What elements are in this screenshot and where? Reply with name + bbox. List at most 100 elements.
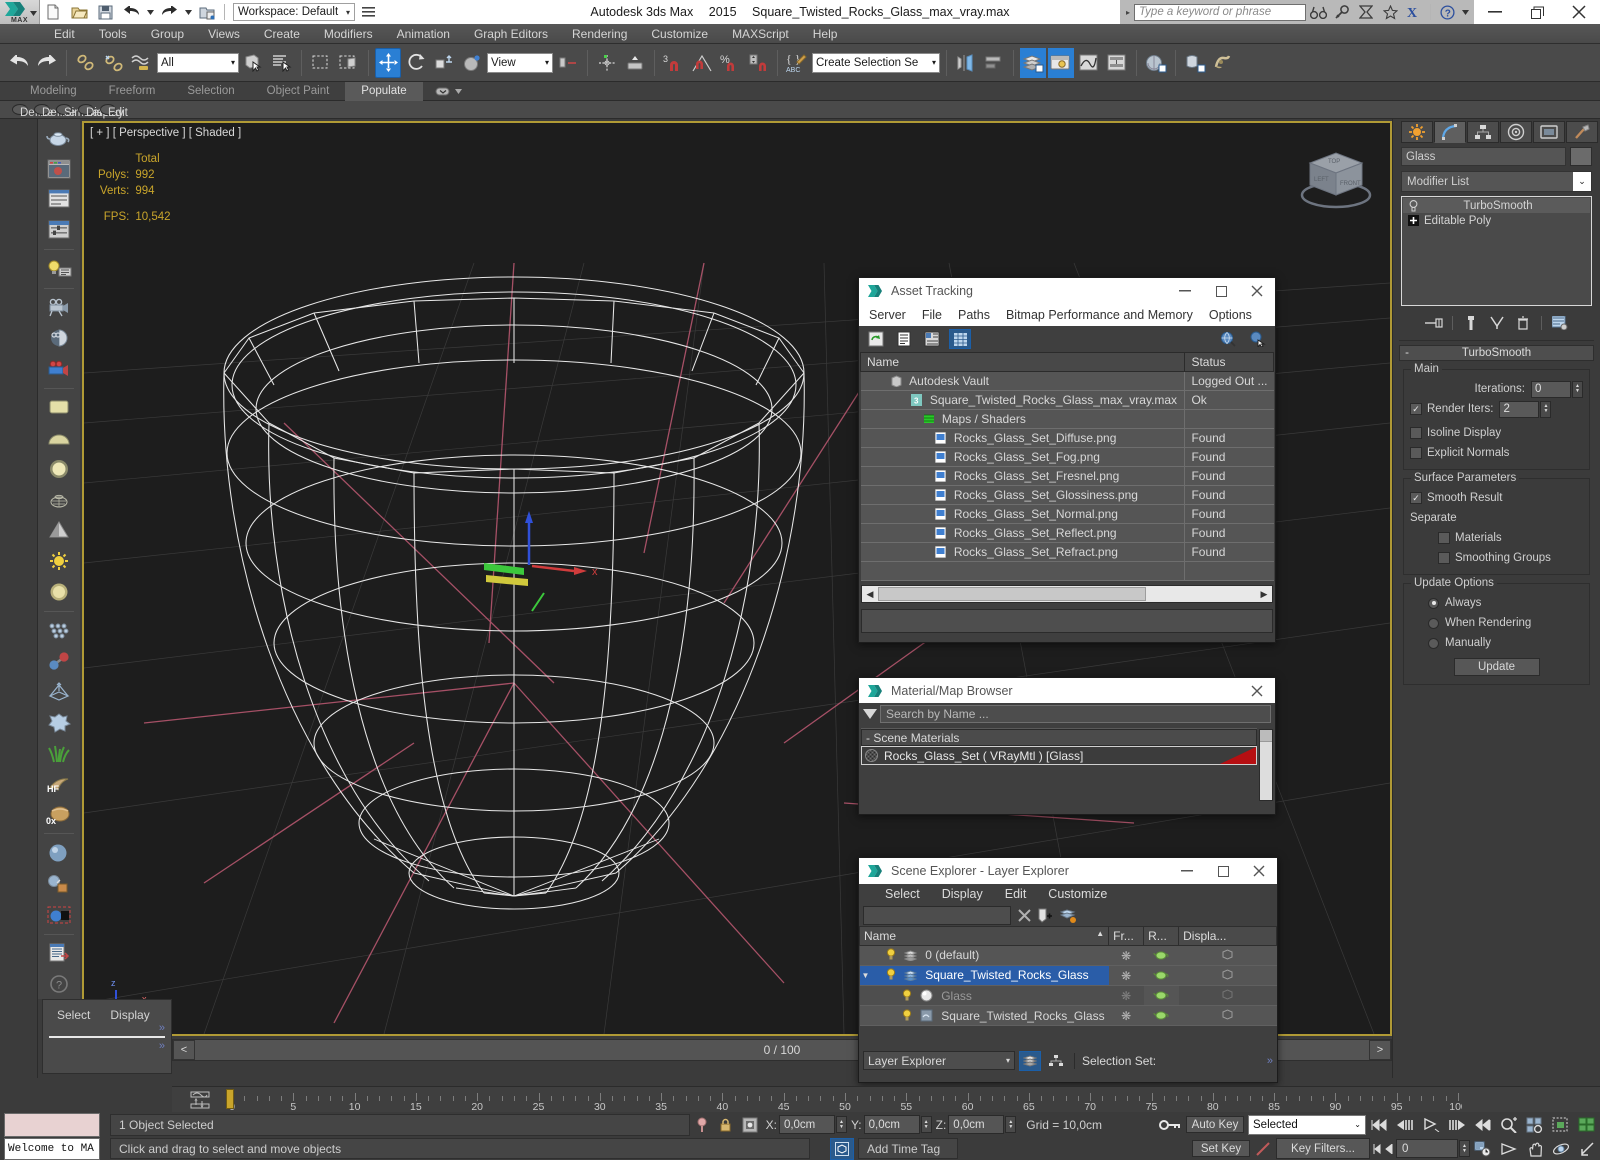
dome-light-button[interactable]: [41, 577, 77, 607]
lightbulb-icon[interactable]: [902, 1009, 912, 1022]
edit-named-selection-sets-button[interactable]: { }ABC: [784, 48, 810, 78]
table-row[interactable]: Rocks_Glass_Set_Refract.png Found: [861, 543, 1274, 562]
table-row[interactable]: Square_Twisted_Rocks_Glass ❋: [860, 1006, 1277, 1026]
table-row[interactable]: Rocks_Glass_Set_Normal.png Found: [861, 505, 1274, 524]
menu-item-bitmap-performance[interactable]: Bitmap Performance and Memory: [1006, 308, 1209, 322]
isoline-display-checkbox[interactable]: [1410, 427, 1422, 439]
frozen-cell[interactable]: ❋: [1109, 986, 1144, 1006]
menu-item-customize[interactable]: Customize: [1048, 887, 1107, 901]
track-bar[interactable]: 0510152025303540455055606570758085909510…: [172, 1086, 1600, 1112]
key-filters-button[interactable]: Key Filters...: [1276, 1138, 1370, 1159]
dialog-panel-button[interactable]: [41, 184, 77, 214]
material-map-browser-dialog[interactable]: Material/Map Browser Search by Name ... …: [858, 677, 1276, 815]
ribbon-button-edit-selected[interactable]: Edit Selected: [100, 104, 116, 115]
help-circle-button[interactable]: ?: [41, 969, 77, 999]
render-cell[interactable]: [1144, 946, 1179, 966]
horizontal-scrollbar[interactable]: ◀ ▶: [861, 585, 1273, 603]
redo-toolbar-button[interactable]: [34, 48, 60, 78]
stack-item-turbosmooth[interactable]: TurboSmooth: [1403, 198, 1590, 213]
workspace-selector[interactable]: Workspace: Default ▾: [233, 3, 355, 21]
maximize-button[interactable]: [1516, 0, 1558, 24]
expander-icon[interactable]: ▼: [862, 971, 870, 980]
select-object-button[interactable]: [241, 48, 267, 78]
key-mode-toggle-button[interactable]: [1370, 1138, 1396, 1160]
motion-tab[interactable]: [1500, 121, 1532, 143]
explicit-normals-checkbox[interactable]: [1410, 447, 1422, 459]
bind-to-space-warp-button[interactable]: [129, 48, 155, 78]
grid-view-button[interactable]: [949, 329, 971, 349]
layer-explorer-table[interactable]: Name ▲ Fr... R... Displa... 0 (default) …: [859, 926, 1277, 1048]
menu-item-rendering[interactable]: Rendering: [560, 24, 639, 44]
table-row[interactable]: [861, 562, 1274, 581]
unlink-selection-button[interactable]: [101, 48, 127, 78]
time-next-button[interactable]: >: [1369, 1040, 1391, 1060]
render-setup-button[interactable]: [1182, 48, 1208, 78]
reference-coord-combo[interactable]: View ▾: [487, 53, 553, 73]
asset-tracking-dialog[interactable]: Asset Tracking Server File Paths Bitmap …: [858, 277, 1276, 643]
isolate-selection-button[interactable]: [830, 1138, 854, 1160]
ribbon-tab-freeform[interactable]: Freeform: [93, 82, 172, 101]
time-slider-handle[interactable]: [226, 1089, 234, 1109]
table-row[interactable]: Rocks_Glass_Set_Fresnel.png Found: [861, 467, 1274, 486]
open-mini-curve-editor-button[interactable]: [172, 1087, 228, 1113]
selection-filter-combo[interactable]: All ▾: [157, 53, 239, 73]
minimize-button[interactable]: [1169, 858, 1205, 884]
table-row[interactable]: ▼ Square_Twisted_Rocks_Glass ❋: [860, 966, 1277, 986]
welcome-message[interactable]: Welcome to MA: [4, 1138, 100, 1160]
modifier-list-combo[interactable]: Modifier List ⌄: [1401, 171, 1592, 192]
minimize-button[interactable]: [1474, 0, 1516, 24]
update-button[interactable]: Update: [1454, 658, 1540, 676]
table-row[interactable]: Rocks_Glass_Set_Reflect.png Found: [861, 524, 1274, 543]
ribbon-options-icon[interactable]: [435, 86, 451, 97]
frozen-cell[interactable]: ❋: [1109, 1006, 1144, 1026]
display-cell[interactable]: [1179, 986, 1277, 1006]
layer-list-button[interactable]: [1019, 1051, 1041, 1071]
message-panel[interactable]: [4, 1113, 100, 1137]
next-frame-button[interactable]: [1444, 1114, 1470, 1136]
scene-explorer-dialog[interactable]: Scene Explorer - Layer Explorer Select D…: [858, 857, 1278, 1083]
plane-primitive-button[interactable]: [41, 393, 77, 423]
set-project-folder-button[interactable]: [194, 0, 220, 24]
menu-item-views[interactable]: Views: [196, 24, 252, 44]
column-status[interactable]: Status: [1185, 353, 1274, 372]
material-browser-titlebar[interactable]: Material/Map Browser: [859, 678, 1275, 703]
curve-editor-button[interactable]: [1076, 48, 1102, 78]
slider-panel-button[interactable]: [41, 215, 77, 245]
align-button[interactable]: [981, 48, 1007, 78]
proxy-button[interactable]: [41, 677, 77, 707]
exchange-button[interactable]: X: [1402, 0, 1426, 24]
redo-button[interactable]: [156, 0, 182, 24]
rollout-toggle[interactable]: -: [1400, 347, 1414, 359]
zoom-extents-button[interactable]: [1548, 1114, 1574, 1136]
display-cell[interactable]: [1179, 966, 1277, 986]
select-and-link-button[interactable]: [73, 48, 99, 78]
menu-item-graph-editors[interactable]: Graph Editors: [462, 24, 560, 44]
layer-delete-icon[interactable]: [1060, 908, 1076, 923]
close-button[interactable]: [1558, 0, 1600, 24]
asset-path-field[interactable]: [861, 609, 1273, 633]
iterations-spinner[interactable]: ▲▼: [1572, 381, 1583, 398]
z-input[interactable]: 0,0cm: [948, 1115, 1004, 1134]
y-input[interactable]: 0,0cm: [864, 1115, 920, 1134]
chevron-down-icon[interactable]: [455, 89, 462, 94]
material-search-input[interactable]: Search by Name ...: [880, 705, 1271, 723]
menu-item-display[interactable]: Display: [942, 887, 983, 901]
render-iters-input[interactable]: 2: [1499, 401, 1539, 418]
select-and-rotate-button[interactable]: [403, 48, 429, 78]
key-mode-button[interactable]: [1158, 1114, 1182, 1136]
undo-toolbar-button[interactable]: [6, 48, 32, 78]
render-production-button[interactable]: [1210, 48, 1236, 78]
field-of-view-button[interactable]: [1496, 1138, 1522, 1160]
utilities-tab[interactable]: [1566, 121, 1598, 143]
lightbulb-icon[interactable]: [886, 968, 896, 981]
current-frame-input[interactable]: 0: [1396, 1139, 1458, 1158]
teapot-wire-button[interactable]: [41, 485, 77, 515]
set-key-button[interactable]: Set Key: [1192, 1140, 1250, 1157]
materials-checkbox[interactable]: [1438, 532, 1450, 544]
help-globe-button[interactable]: [1217, 329, 1239, 349]
spinner-snap-toggle-button[interactable]: [745, 48, 771, 78]
mirror-button[interactable]: [953, 48, 979, 78]
asset-table[interactable]: Name Status Autodesk Vault Logged Out ..…: [860, 352, 1274, 581]
panel-expand-chevron-1[interactable]: »: [43, 1022, 171, 1034]
x-input[interactable]: 0,0cm: [779, 1115, 835, 1134]
